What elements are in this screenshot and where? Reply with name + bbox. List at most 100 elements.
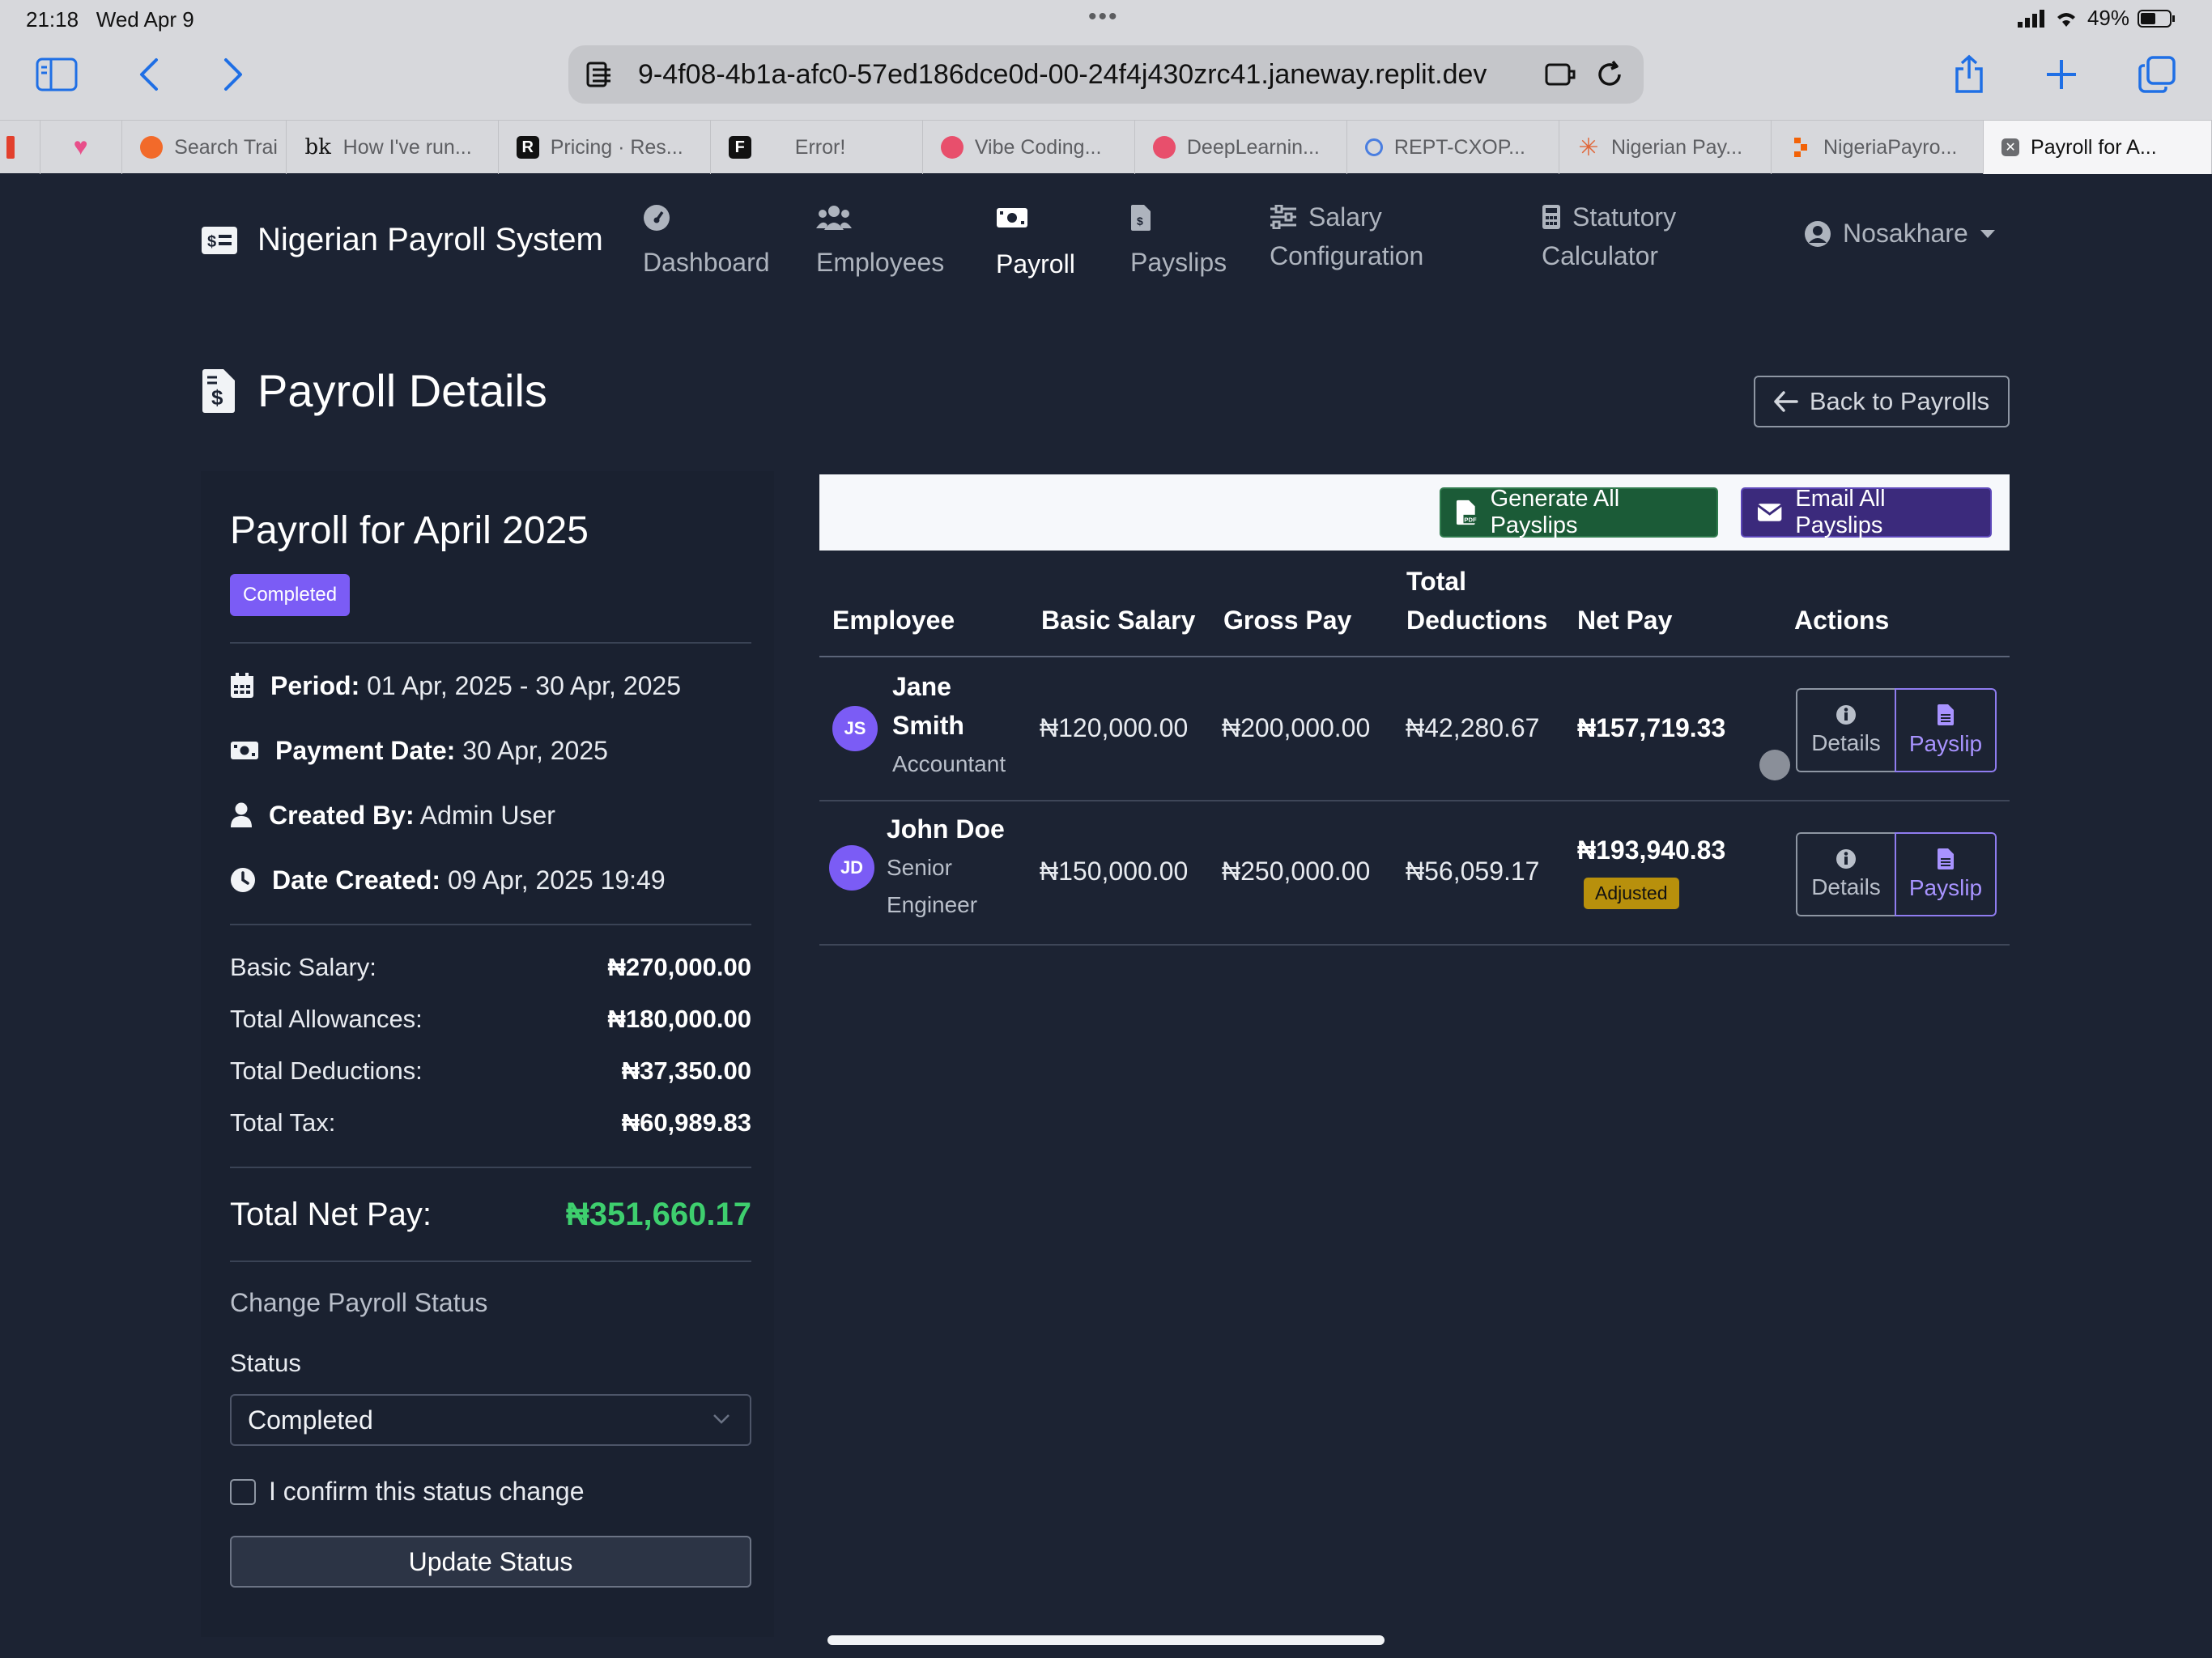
browser-tab[interactable]: bk How I've run... <box>287 121 499 174</box>
browser-tab[interactable]: F Error! <box>711 121 923 174</box>
date-created-row: Date Created: 09 Apr, 2025 19:49 <box>230 848 751 912</box>
share-icon[interactable] <box>1951 52 1987 97</box>
browser-tab[interactable]: REPT-CXOP... <box>1347 121 1559 174</box>
nav-salary-configuration[interactable]: Salary Configuration <box>1270 198 1423 275</box>
table-row: JD John Doe Senior Engineer ₦150,000.00 … <box>819 801 2010 946</box>
payroll-heading: Payroll for April 2025 <box>230 509 589 552</box>
col-net-pay: Net Pay <box>1577 606 1673 635</box>
divider <box>230 924 751 925</box>
caret-down-icon <box>1980 229 1995 238</box>
svg-text:$: $ <box>207 233 216 251</box>
browser-chrome: 21:18 Wed Apr 9 ••• 49% 9-4f08-4b1a-afc0… <box>0 0 2212 174</box>
tab-label: NigeriaPayro... <box>1823 135 1958 159</box>
back-to-payrolls-button[interactable]: Back to Payrolls <box>1754 376 2010 427</box>
confirm-label[interactable]: I confirm this status change <box>269 1477 585 1507</box>
browser-tab[interactable]: Search Trai <box>122 121 287 174</box>
employee-name: John Doe <box>887 814 1005 844</box>
payslip-button[interactable]: Payslip <box>1895 688 1997 772</box>
created-by-row: Created By: Admin User <box>230 783 751 848</box>
nav-statutory-calculator[interactable]: Statutory Calculator <box>1542 198 1676 275</box>
period-label: Period: <box>270 670 360 700</box>
browser-tab[interactable]: ♥ <box>40 121 123 174</box>
file-alt-icon <box>1938 848 1954 869</box>
browser-tab-active[interactable]: ✕ Payroll for A... <box>1984 121 2212 174</box>
details-button[interactable]: Details <box>1796 688 1895 772</box>
details-button[interactable]: Details <box>1796 832 1895 916</box>
brand[interactable]: $ Nigerian Payroll System <box>201 222 603 258</box>
user-menu[interactable]: Nosakhare <box>1804 219 1996 249</box>
nav-payroll[interactable]: Payroll <box>996 198 1075 283</box>
extension-icon[interactable] <box>1545 62 1577 87</box>
status-time: 21:18 Wed Apr 9 <box>26 7 194 32</box>
col-basic-salary: Basic Salary <box>1041 606 1196 635</box>
browser-tab[interactable]: Vibe Coding... <box>923 121 1135 174</box>
close-tab-icon[interactable]: ✕ <box>2001 138 2020 156</box>
multitasking-dots-icon[interactable]: ••• <box>1088 3 1119 31</box>
cellular-signal-icon <box>2017 9 2044 28</box>
col-total-deductions-line2: Deductions <box>1406 606 1548 635</box>
nav-label: Payslips <box>1130 248 1227 277</box>
sidebar-toggle-icon[interactable] <box>34 52 79 97</box>
nav-employees[interactable]: Employees <box>816 198 944 282</box>
tab-label: Error! <box>794 135 846 159</box>
reload-icon[interactable] <box>1595 60 1624 89</box>
total-deductions: Total Deductions: ₦37,350.00 <box>230 1045 751 1097</box>
money-bill-icon <box>996 206 1075 244</box>
divider <box>230 1261 751 1262</box>
payslip-button[interactable]: Payslip <box>1895 832 1997 916</box>
tab-label: Search Trai <box>174 135 278 159</box>
arrow-left-icon <box>1774 391 1798 412</box>
url-text[interactable]: 9-4f08-4b1a-afc0-57ed186dce0d-00-24f4j43… <box>638 59 1487 91</box>
payment-value: 30 Apr, 2025 <box>462 735 608 765</box>
gross-pay-cell: ₦250,000.00 <box>1222 857 1371 886</box>
row-actions: Details Payslip <box>1796 832 1997 916</box>
nav-label: Employees <box>816 248 945 277</box>
sliders-icon <box>1270 205 1297 229</box>
email-all-payslips-button[interactable]: Email All Payslips <box>1741 486 1992 538</box>
basic-salary-cell: ₦150,000.00 <box>1040 857 1189 886</box>
nav-payslips[interactable]: $ Payslips <box>1130 198 1227 282</box>
total-label: Total Deductions: <box>230 1056 423 1085</box>
date-created-value: 09 Apr, 2025 19:49 <box>447 865 666 895</box>
user-icon <box>231 802 252 827</box>
app-navbar: $ Nigerian Payroll System Dashboard Empl… <box>0 173 2212 316</box>
home-indicator[interactable] <box>827 1635 1385 1645</box>
total-net-pay: Total Net Pay: ₦351,660.17 <box>230 1168 751 1261</box>
file-invoice-icon: $ <box>1130 204 1227 243</box>
total-value: ₦270,000.00 <box>607 953 751 981</box>
money-check-icon: $ <box>202 226 237 254</box>
status-select[interactable]: Completed <box>230 1394 751 1446</box>
basic-salary-cell: ₦120,000.00 <box>1040 713 1189 742</box>
totals-list: Basic Salary: ₦270,000.00 Total Allowance… <box>230 942 751 1149</box>
confirm-checkbox[interactable] <box>230 1478 256 1505</box>
heart-icon: ♥ <box>73 134 88 160</box>
total-value: ₦180,000.00 <box>607 1005 751 1033</box>
total-tax: Total Tax: ₦60,989.83 <box>230 1097 751 1149</box>
f-logo-icon: F <box>728 136 751 159</box>
col-employee: Employee <box>832 606 955 635</box>
total-label: Basic Salary: <box>230 953 376 981</box>
address-bar[interactable]: 9-4f08-4b1a-afc0-57ed186dce0d-00-24f4j43… <box>568 45 1644 104</box>
browser-tab[interactable]: ✳ Nigerian Pay... <box>1559 121 1772 174</box>
tab-overview-icon[interactable] <box>2138 52 2176 97</box>
nav-label-line2: Calculator <box>1542 241 1659 270</box>
total-label: Total Allowances: <box>230 1005 423 1033</box>
generate-all-payslips-button[interactable]: PDF Generate All Payslips <box>1440 486 1718 538</box>
nav-dashboard[interactable]: Dashboard <box>643 198 770 282</box>
update-status-button[interactable]: Update Status <box>230 1536 751 1588</box>
back-nav-icon[interactable] <box>133 52 165 97</box>
browser-tab[interactable]: DeepLearnin... <box>1135 121 1347 174</box>
net-pay-label: Total Net Pay: <box>230 1196 432 1232</box>
browser-tab[interactable] <box>0 121 40 174</box>
new-tab-icon[interactable] <box>2044 52 2079 97</box>
browser-tab[interactable]: NigeriaPayro... <box>1772 121 1984 174</box>
forward-nav-icon[interactable] <box>217 52 249 97</box>
payroll-meta: Period: 01 Apr, 2025 - 30 Apr, 2025 Paym… <box>230 653 751 912</box>
status-field-label: Status <box>230 1349 301 1377</box>
confirm-status-row[interactable]: I confirm this status change <box>230 1477 751 1507</box>
browser-tab[interactable]: R Pricing · Res... <box>499 121 711 174</box>
calculator-icon <box>1542 204 1561 230</box>
page-menu-icon[interactable] <box>586 62 614 87</box>
file-alt-icon <box>1938 704 1954 725</box>
period-row: Period: 01 Apr, 2025 - 30 Apr, 2025 <box>230 653 751 718</box>
